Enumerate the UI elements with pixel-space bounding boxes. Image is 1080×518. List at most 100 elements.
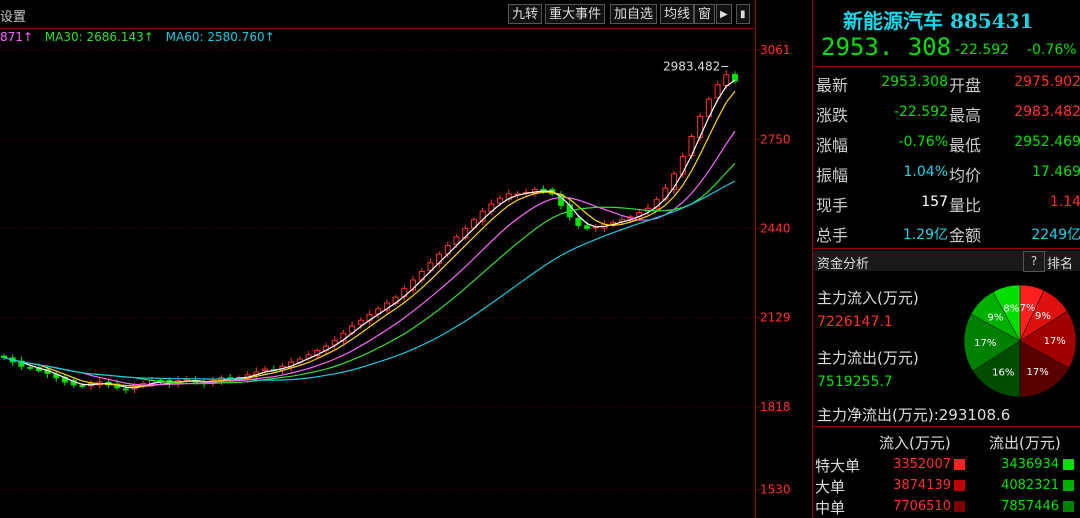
quote-value: 1.29亿 — [902, 227, 948, 243]
fund-analysis-header: 资金分析 ? 排名 — [813, 251, 1080, 272]
divider — [813, 66, 1080, 67]
quote-value: -0.76% — [898, 134, 948, 150]
y-tick-label: 1530 — [760, 483, 791, 497]
inflow-color-swatch — [954, 501, 965, 512]
table-row: 大单 3874139 4082321 — [813, 476, 1080, 496]
quote-key: 振幅 — [816, 166, 849, 185]
price-change-pct: -0.76% — [1027, 42, 1077, 58]
table-row: 中单 7706510 7857446 — [813, 497, 1080, 517]
pie-slice-label: 17% — [1044, 336, 1066, 347]
y-tick-label: 3061 — [760, 43, 791, 57]
quote-value: 2975.902 — [1014, 74, 1080, 90]
add-watchlist-button[interactable]: 加自选 — [610, 4, 658, 24]
divider — [813, 426, 1080, 427]
y-tick-label: 1818 — [760, 400, 791, 414]
main-outflow-label: 主力流出(万元) — [817, 349, 919, 367]
ma10-line — [3, 90, 736, 387]
pie-slice-label: 8% — [1003, 303, 1019, 314]
candle-body — [27, 366, 34, 369]
quote-row: 最新 2953.308 开盘 2975.902 — [813, 70, 1080, 98]
quote-key: 均价 — [949, 166, 982, 185]
y-tick-label: 2750 — [760, 132, 791, 146]
candle-body — [732, 73, 738, 82]
candle-body — [262, 368, 269, 372]
divider — [813, 248, 1080, 249]
ma20-line — [3, 130, 736, 386]
order-size-name: 中单 — [815, 499, 846, 517]
outflow-color-swatch — [1063, 459, 1074, 470]
candle-body — [714, 84, 721, 99]
kline-chart-area[interactable]: 设置 九转 重大事件 加自选 均线 窗 ▶ ▮ 871↑ MA30: 2686.… — [0, 0, 812, 518]
quote-key: 总手 — [816, 226, 849, 245]
quote-value: 2952.469 — [1014, 134, 1080, 150]
table-row: 特大单 3352007 3436934 — [813, 455, 1080, 475]
candle-body — [723, 74, 730, 87]
panel-toggle-icon[interactable]: ▮ — [736, 4, 750, 24]
pie-slice-label: 7% — [1020, 303, 1036, 314]
quote-row: 总手 1.29亿 金额 2249亿 — [813, 220, 1080, 248]
outflow-color-swatch — [1063, 501, 1074, 512]
main-inflow-label: 主力流入(万元) — [817, 289, 919, 307]
ma5-line — [3, 79, 736, 389]
candlestick-chart[interactable]: 3061 2750 2440 2129 1818 1530 2983.482 — [0, 28, 812, 518]
quote-row: 涨跌 -22.592 最高 2983.482 — [813, 100, 1080, 128]
outflow-cell: 7857446 — [1001, 499, 1059, 514]
candle-body — [662, 187, 669, 200]
main-net-outflow: 主力净流出(万元):293108.6 — [817, 406, 1011, 424]
quote-key: 量比 — [949, 196, 982, 215]
pie-slice-label: 9% — [1035, 311, 1051, 322]
window-button[interactable]: 窗 — [694, 4, 716, 24]
price-axis-divider — [755, 0, 756, 518]
stock-title: 新能源汽车 885431 — [843, 9, 1034, 33]
quote-key: 最新 — [816, 76, 849, 95]
order-size-name: 特大单 — [815, 457, 861, 475]
jiuzhuan-button[interactable]: 九转 — [508, 4, 543, 24]
next-icon[interactable]: ▶ — [716, 4, 732, 24]
quote-value: -22.592 — [893, 104, 948, 120]
main-inflow-value: 7226147.1 — [817, 314, 893, 330]
outflow-color-swatch — [1063, 480, 1074, 491]
main-outflow-value: 7519255.7 — [817, 374, 893, 390]
order-size-name: 大单 — [815, 478, 846, 496]
quote-key: 现手 — [816, 196, 849, 215]
candle-body — [697, 115, 704, 139]
candle-body — [575, 217, 582, 226]
quote-value: 2983.482 — [1014, 104, 1080, 120]
pie-slice-label: 16% — [992, 367, 1014, 378]
quote-key: 涨跌 — [816, 106, 849, 125]
candle-body — [1, 355, 7, 359]
quote-panel: 新能源汽车 885431 2953. 308 -22.592 -0.76% 最新… — [812, 0, 1080, 518]
quote-key: 涨幅 — [816, 136, 849, 155]
quote-row: 现手 157 量比 1.14 — [813, 190, 1080, 218]
quote-key: 开盘 — [949, 76, 982, 95]
inflow-cell: 7706510 — [893, 499, 951, 514]
quote-key: 最低 — [949, 136, 982, 155]
quote-row: 振幅 1.04% 均价 17.469 — [813, 160, 1080, 188]
current-price: 2953. 308 — [821, 33, 952, 61]
candle-body — [497, 197, 504, 204]
ma-button[interactable]: 均线 — [660, 4, 695, 24]
settings-link[interactable]: 设置 — [0, 6, 26, 25]
quote-value: 2249亿 — [1031, 227, 1080, 243]
quote-row: 涨幅 -0.76% 最低 2952.469 — [813, 130, 1080, 158]
major-events-button[interactable]: 重大事件 — [545, 4, 606, 24]
inflow-color-swatch — [954, 480, 965, 491]
col-inflow-header: 流入(万元) — [879, 434, 951, 452]
col-outflow-header: 流出(万元) — [989, 434, 1061, 452]
fund-pie-chart: 7%9%17%17%16%17%9%8% — [963, 284, 1077, 398]
outflow-cell: 3436934 — [1001, 457, 1059, 472]
help-button[interactable]: ? — [1023, 251, 1045, 272]
ma60-line — [3, 180, 736, 381]
price-change: -22.592 — [955, 42, 1010, 58]
candle-body — [122, 388, 129, 391]
inflow-cell: 3352007 — [893, 457, 951, 472]
inflow-color-swatch — [954, 459, 965, 470]
quote-value: 157 — [921, 194, 948, 210]
candle-body — [357, 319, 364, 326]
quote-value: 1.14 — [1049, 194, 1080, 210]
candle-body — [679, 156, 686, 175]
ma30-line — [3, 162, 736, 385]
rank-tab[interactable]: 排名 — [1047, 253, 1073, 272]
y-tick-label: 2129 — [760, 311, 791, 325]
high-price-label: 2983.482 — [663, 59, 720, 73]
